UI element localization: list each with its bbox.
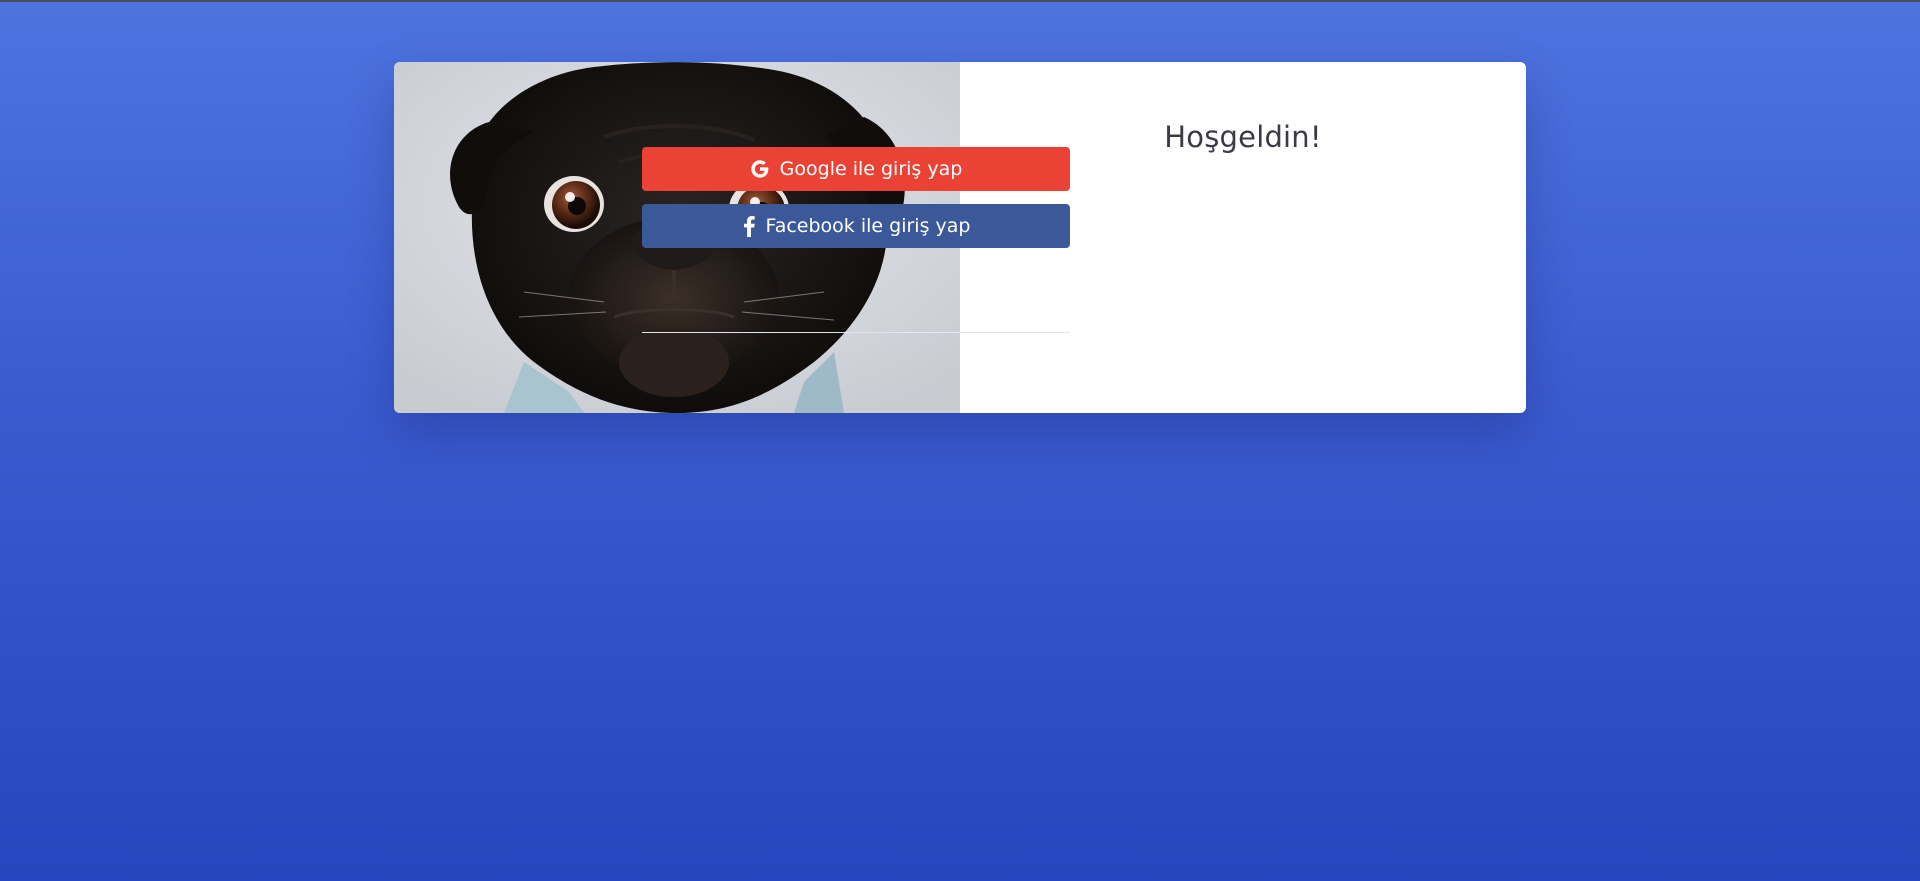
facebook-icon [742, 215, 756, 237]
facebook-login-label: Facebook ile giriş yap [765, 215, 971, 237]
google-login-label: Google ile giriş yap [779, 158, 963, 180]
bottom-divider [642, 332, 1070, 333]
google-icon [750, 159, 770, 179]
google-login-button[interactable]: Google ile giriş yap [642, 147, 1070, 191]
facebook-login-button[interactable]: Facebook ile giriş yap [642, 204, 1070, 248]
window-top-border [0, 0, 1920, 2]
